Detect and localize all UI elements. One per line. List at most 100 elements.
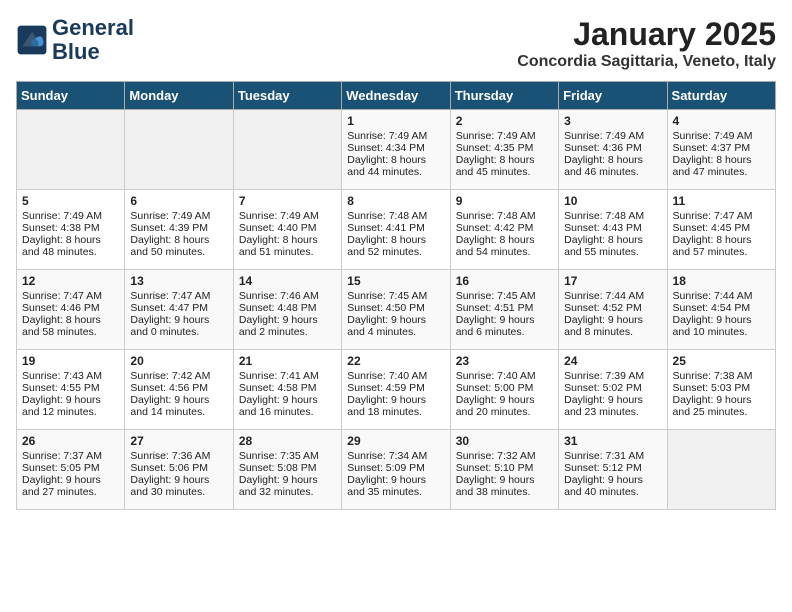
day-number: 13 — [130, 274, 227, 288]
sunset-text: Sunset: 5:06 PM — [130, 462, 227, 474]
day-number: 15 — [347, 274, 444, 288]
calendar-cell: 12Sunrise: 7:47 AMSunset: 4:46 PMDayligh… — [17, 270, 125, 350]
sunset-text: Sunset: 4:39 PM — [130, 222, 227, 234]
day-number: 21 — [239, 354, 336, 368]
calendar-cell: 28 Sunrise: 7:35 AMSunset: 5:08 PMDayligh… — [233, 430, 341, 510]
sunset-text: Sunset: 4:58 PM — [239, 382, 336, 394]
daylight-text: Daylight: 9 hours and 14 minutes. — [130, 394, 227, 418]
day-number: 5 — [22, 194, 119, 208]
day-number: 4 — [673, 114, 770, 128]
calendar-cell: 9Sunrise: 7:48 AMSunset: 4:42 PMDaylight… — [450, 190, 558, 270]
day-number: 23 — [456, 354, 553, 368]
daylight-text: Daylight: 8 hours and 57 minutes. — [673, 234, 770, 258]
header-sunday: Sunday — [17, 82, 125, 110]
day-number: 22 — [347, 354, 444, 368]
sunrise-text: Sunrise: 7:49 AM — [130, 210, 227, 222]
calendar-week-row: 1Sunrise: 7:49 AMSunset: 4:34 PMDaylight… — [17, 110, 776, 190]
calendar-cell: 24Sunrise: 7:39 AMSunset: 5:02 PMDayligh… — [559, 350, 667, 430]
calendar-cell: 29Sunrise: 7:34 AMSunset: 5:09 PMDayligh… — [342, 430, 450, 510]
sunrise-text: Sunrise: 7:48 AM — [347, 210, 444, 222]
calendar-week-row: 26Sunrise: 7:37 AMSunset: 5:05 PMDayligh… — [17, 430, 776, 510]
day-number: 19 — [22, 354, 119, 368]
header-monday: Monday — [125, 82, 233, 110]
calendar-cell: 6 Sunrise: 7:49 AMSunset: 4:39 PMDaylight… — [125, 190, 233, 270]
day-number: 30 — [456, 434, 553, 448]
daylight-text: Daylight: 9 hours and 2 minutes. — [239, 314, 336, 338]
day-number: 20 — [130, 354, 227, 368]
sunrise-text: Sunrise: 7:40 AM — [347, 370, 444, 382]
calendar-cell: 1Sunrise: 7:49 AMSunset: 4:34 PMDaylight… — [342, 110, 450, 190]
calendar-cell — [17, 110, 125, 190]
sunset-text: Sunset: 4:55 PM — [22, 382, 119, 394]
sunrise-text: Sunrise: 7:48 AM — [456, 210, 553, 222]
day-number: 26 — [22, 434, 119, 448]
header-tuesday: Tuesday — [233, 82, 341, 110]
daylight-text: Daylight: 8 hours and 58 minutes. — [22, 314, 119, 338]
sunrise-text: Sunrise: 7:47 AM — [22, 290, 119, 302]
sunset-text: Sunset: 4:38 PM — [22, 222, 119, 234]
daylight-text: Daylight: 9 hours and 40 minutes. — [564, 474, 661, 498]
calendar-cell: 20Sunrise: 7:42 AMSunset: 4:56 PMDayligh… — [125, 350, 233, 430]
daylight-text: Daylight: 9 hours and 18 minutes. — [347, 394, 444, 418]
day-number: 14 — [239, 274, 336, 288]
location-subtitle: Concordia Sagittaria, Veneto, Italy — [517, 53, 776, 71]
calendar-cell: 8Sunrise: 7:48 AMSunset: 4:41 PMDaylight… — [342, 190, 450, 270]
day-number: 31 — [564, 434, 661, 448]
calendar-cell: 4Sunrise: 7:49 AMSunset: 4:37 PMDaylight… — [667, 110, 775, 190]
daylight-text: Daylight: 8 hours and 50 minutes. — [130, 234, 227, 258]
calendar-week-row: 12Sunrise: 7:47 AMSunset: 4:46 PMDayligh… — [17, 270, 776, 350]
sunrise-text: Sunrise: 7:35 AM — [239, 450, 336, 462]
calendar-cell: 14Sunrise: 7:46 AMSunset: 4:48 PMDayligh… — [233, 270, 341, 350]
daylight-text: Daylight: 9 hours and 10 minutes. — [673, 314, 770, 338]
calendar-table: SundayMondayTuesdayWednesdayThursdayFrid… — [16, 81, 776, 510]
calendar-cell: 17Sunrise: 7:44 AMSunset: 4:52 PMDayligh… — [559, 270, 667, 350]
sunset-text: Sunset: 4:35 PM — [456, 142, 553, 154]
calendar-cell: 15Sunrise: 7:45 AMSunset: 4:50 PMDayligh… — [342, 270, 450, 350]
sunset-text: Sunset: 4:46 PM — [22, 302, 119, 314]
sunrise-text: Sunrise: 7:38 AM — [673, 370, 770, 382]
calendar-cell: 30Sunrise: 7:32 AMSunset: 5:10 PMDayligh… — [450, 430, 558, 510]
day-number: 7 — [239, 194, 336, 208]
day-number: 11 — [673, 194, 770, 208]
daylight-text: Daylight: 8 hours and 46 minutes. — [564, 154, 661, 178]
daylight-text: Daylight: 8 hours and 44 minutes. — [347, 154, 444, 178]
calendar-cell: 26Sunrise: 7:37 AMSunset: 5:05 PMDayligh… — [17, 430, 125, 510]
daylight-text: Daylight: 9 hours and 4 minutes. — [347, 314, 444, 338]
daylight-text: Daylight: 9 hours and 8 minutes. — [564, 314, 661, 338]
sunset-text: Sunset: 5:05 PM — [22, 462, 119, 474]
sunset-text: Sunset: 4:59 PM — [347, 382, 444, 394]
header-friday: Friday — [559, 82, 667, 110]
daylight-text: Daylight: 9 hours and 32 minutes. — [239, 474, 336, 498]
calendar-cell: 13Sunrise: 7:47 AMSunset: 4:47 PMDayligh… — [125, 270, 233, 350]
sunrise-text: Sunrise: 7:44 AM — [564, 290, 661, 302]
sunrise-text: Sunrise: 7:41 AM — [239, 370, 336, 382]
sunset-text: Sunset: 5:12 PM — [564, 462, 661, 474]
sunset-text: Sunset: 5:08 PM — [239, 462, 336, 474]
calendar-cell: 2Sunrise: 7:49 AMSunset: 4:35 PMDaylight… — [450, 110, 558, 190]
daylight-text: Daylight: 8 hours and 47 minutes. — [673, 154, 770, 178]
day-number: 16 — [456, 274, 553, 288]
sunrise-text: Sunrise: 7:47 AM — [130, 290, 227, 302]
calendar-cell — [233, 110, 341, 190]
daylight-text: Daylight: 9 hours and 0 minutes. — [130, 314, 227, 338]
sunrise-text: Sunrise: 7:45 AM — [456, 290, 553, 302]
day-number: 10 — [564, 194, 661, 208]
day-number: 6 — [130, 194, 227, 208]
sunset-text: Sunset: 4:34 PM — [347, 142, 444, 154]
day-number: 28 — [239, 434, 336, 448]
sunset-text: Sunset: 4:51 PM — [456, 302, 553, 314]
calendar-cell: 22 Sunrise: 7:40 AMSunset: 4:59 PMDayligh… — [342, 350, 450, 430]
calendar-cell — [125, 110, 233, 190]
calendar-cell — [667, 430, 775, 510]
day-number: 27 — [130, 434, 227, 448]
calendar-cell: 5Sunrise: 7:49 AMSunset: 4:38 PMDaylight… — [17, 190, 125, 270]
sunset-text: Sunset: 4:52 PM — [564, 302, 661, 314]
sunset-text: Sunset: 5:09 PM — [347, 462, 444, 474]
calendar-cell: 23Sunrise: 7:40 AMSunset: 5:00 PMDayligh… — [450, 350, 558, 430]
calendar-cell: 27Sunrise: 7:36 AMSunset: 5:06 PMDayligh… — [125, 430, 233, 510]
sunrise-text: Sunrise: 7:49 AM — [22, 210, 119, 222]
logo: General Blue — [16, 16, 134, 64]
calendar-week-row: 19Sunrise: 7:43 AMSunset: 4:55 PMDayligh… — [17, 350, 776, 430]
calendar-cell: 21Sunrise: 7:41 AMSunset: 4:58 PMDayligh… — [233, 350, 341, 430]
day-number: 24 — [564, 354, 661, 368]
